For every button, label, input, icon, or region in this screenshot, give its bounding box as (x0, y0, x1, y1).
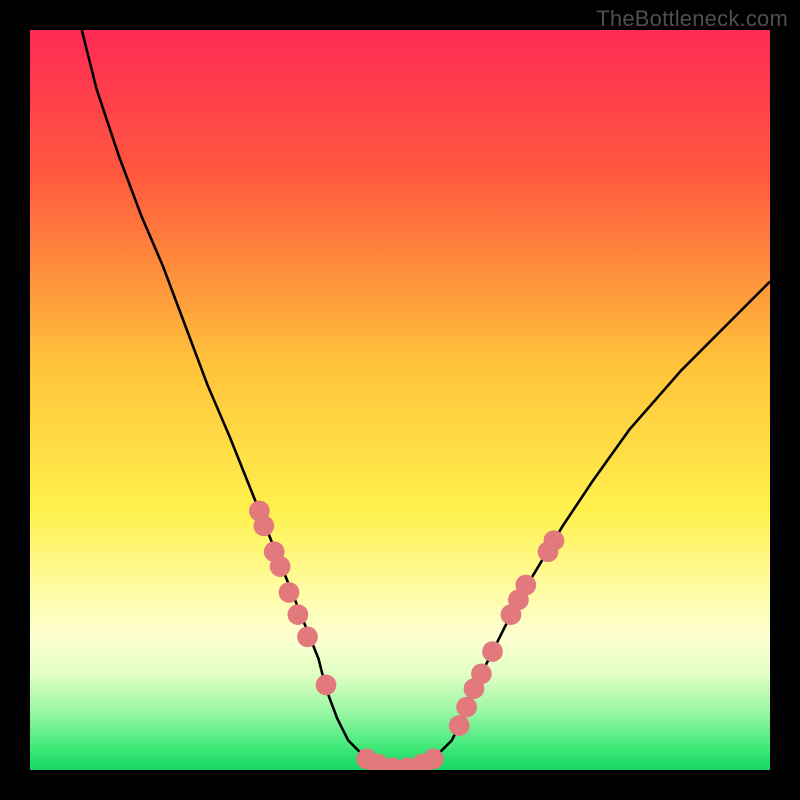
highlight-dot (253, 515, 274, 536)
highlight-dot (316, 675, 337, 696)
highlight-dot (471, 663, 492, 684)
highlight-dot (515, 575, 536, 596)
highlight-dot (297, 626, 318, 647)
highlight-dot (456, 697, 477, 718)
chart-svg (30, 30, 770, 770)
watermark-text: TheBottleneck.com (596, 6, 788, 32)
chart-frame: TheBottleneck.com (0, 0, 800, 800)
chart-plot (30, 30, 770, 770)
highlight-dot (544, 530, 565, 551)
highlight-dot (449, 715, 470, 736)
gradient-background (30, 30, 770, 770)
highlight-dot (270, 556, 291, 577)
highlight-dot (279, 582, 300, 603)
highlight-dot (288, 604, 309, 625)
highlight-dot (482, 641, 503, 662)
highlight-dot (423, 749, 444, 770)
